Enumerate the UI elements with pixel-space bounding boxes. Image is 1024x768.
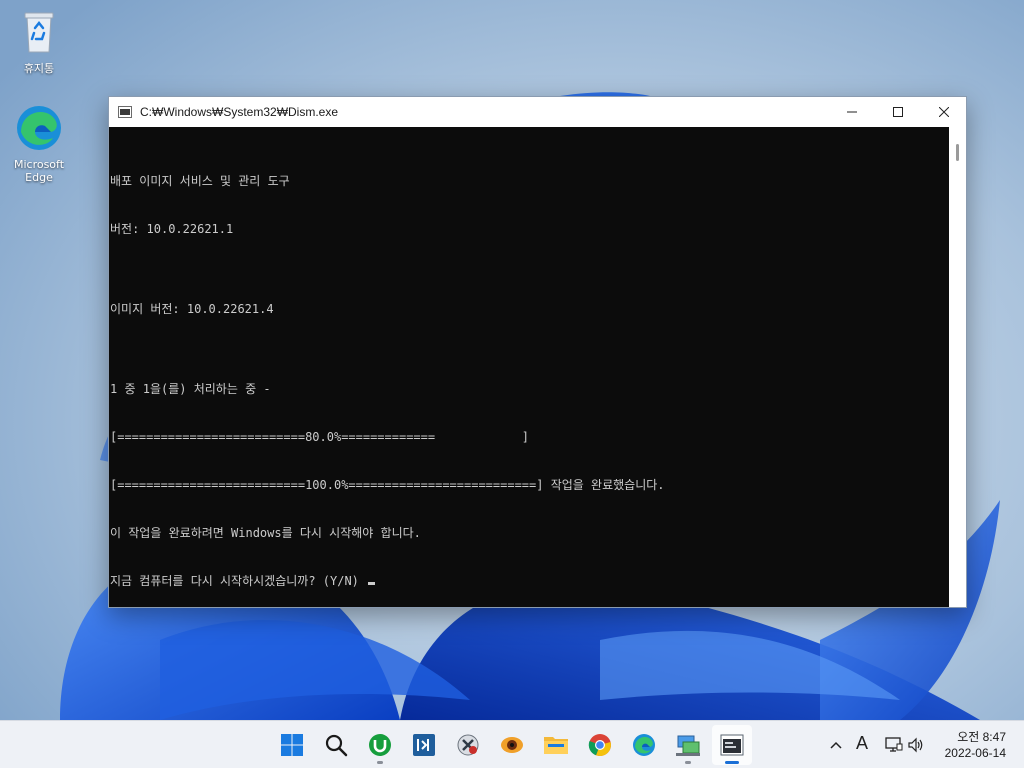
- minimize-button[interactable]: [829, 97, 875, 127]
- progress-line: [==========================80.0%========…: [110, 430, 530, 444]
- console-output[interactable]: 배포 이미지 서비스 및 관리 도구 버전: 10.0.22621.1 이미지 …: [109, 127, 949, 607]
- edge-icon: [17, 106, 61, 150]
- taskbar: A 오전 8:47 2022-06-14: [0, 720, 1024, 768]
- console-line: 이미지 버전: 10.0.22621.4: [110, 302, 274, 316]
- active-indicator: [725, 761, 739, 764]
- console-line: 배포 이미지 서비스 및 관리 도구: [110, 174, 290, 188]
- taskbar-edge[interactable]: [624, 725, 664, 765]
- console-icon: [118, 106, 132, 118]
- start-button[interactable]: [272, 725, 312, 765]
- folder-icon: [544, 737, 568, 754]
- desktop-icon-edge[interactable]: Microsoft Edge: [7, 104, 71, 184]
- show-hidden-icons-button[interactable]: [826, 735, 846, 755]
- progress-line: [==========================100.0%=======…: [110, 478, 665, 492]
- eye-icon: [501, 737, 523, 753]
- console-prompt: 지금 컴퓨터를 다시 시작하시겠습니까? (Y/N): [110, 574, 367, 588]
- clock-date: 2022-06-14: [944, 746, 1006, 760]
- recycle-bin-icon: [24, 12, 54, 53]
- search-icon: [325, 734, 348, 757]
- monitor-icon: [885, 737, 903, 752]
- console-window[interactable]: C:₩Windows₩System32₩Dism.exe 배포 이미지 서비스 …: [108, 96, 967, 608]
- running-indicator: [685, 761, 691, 764]
- console-text: 배포 이미지 서비스 및 관리 도구 버전: 10.0.22621.1 이미지 …: [110, 141, 949, 607]
- chrome-icon: [588, 734, 611, 757]
- input-indicator[interactable]: A: [852, 733, 872, 753]
- edge-icon: [633, 734, 655, 756]
- volume-button[interactable]: [906, 735, 926, 755]
- taskbar-chrome[interactable]: [580, 725, 620, 765]
- clock-time: 오전 8:47: [957, 730, 1006, 744]
- search-button[interactable]: [316, 725, 356, 765]
- maximize-button[interactable]: [875, 97, 921, 127]
- network-icon: [676, 735, 700, 756]
- window-titlebar[interactable]: C:₩Windows₩System32₩Dism.exe: [109, 97, 966, 127]
- close-icon: [939, 107, 949, 117]
- window-title: C:₩Windows₩System32₩Dism.exe: [140, 105, 339, 119]
- minimize-icon: [847, 111, 857, 113]
- console-prompt-line: 지금 컴퓨터를 다시 시작하시겠습니까? (Y/N): [110, 573, 949, 589]
- close-button[interactable]: [921, 97, 967, 127]
- taskbar-utorrent[interactable]: [360, 725, 400, 765]
- utorrent-icon: [369, 734, 391, 756]
- maximize-icon: [893, 107, 903, 117]
- clock[interactable]: 오전 8:47 2022-06-14: [945, 729, 1006, 761]
- speaker-icon: [908, 737, 923, 753]
- desktop-icon-label: Microsoft Edge: [13, 158, 65, 184]
- vertical-scrollbar[interactable]: [949, 127, 966, 607]
- scrollbar-thumb[interactable]: [956, 144, 959, 161]
- network-status-button[interactable]: [884, 735, 904, 755]
- taskbar-console[interactable]: [712, 725, 752, 765]
- tools-icon: [457, 734, 479, 756]
- running-indicator: [377, 761, 383, 764]
- app-tile-icon: [413, 734, 435, 756]
- windows-logo-icon: [281, 734, 303, 756]
- taskbar-tool[interactable]: [448, 725, 488, 765]
- console-icon: [720, 734, 744, 756]
- taskbar-app-blue[interactable]: [404, 725, 444, 765]
- console-line: 버전: 10.0.22621.1: [110, 222, 234, 236]
- desktop-icon-label: 휴지통: [23, 62, 55, 75]
- chevron-up-icon: [830, 741, 842, 749]
- console-line: 1 중 1을(를) 처리하는 중 -: [110, 382, 271, 396]
- taskbar-network[interactable]: [668, 725, 708, 765]
- system-tray: A 오전 8:47 2022-06-14: [814, 721, 1024, 768]
- text-cursor: [368, 582, 376, 585]
- console-line: 이 작업을 완료하려면 Windows를 다시 시작해야 합니다.: [110, 526, 421, 540]
- taskbar-viewer[interactable]: [492, 725, 532, 765]
- taskbar-file-explorer[interactable]: [536, 725, 576, 765]
- desktop-icon-recycle-bin[interactable]: 휴지통: [7, 8, 71, 75]
